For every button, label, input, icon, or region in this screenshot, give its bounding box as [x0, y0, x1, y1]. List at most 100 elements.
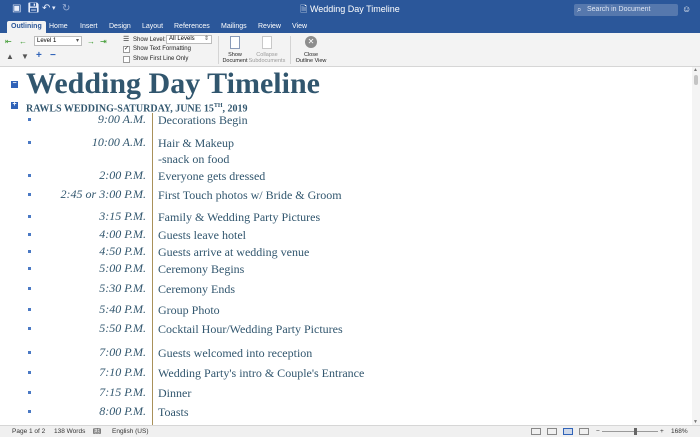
tab-outlining[interactable]: Outlining [7, 21, 46, 33]
tab-review[interactable]: Review [254, 21, 285, 33]
demote-to-body-icon[interactable]: ⇥ [100, 37, 107, 46]
show-document-button[interactable]: Show Document [220, 52, 250, 64]
vertical-scrollbar[interactable]: ▲ ▼ [692, 67, 700, 425]
demote-icon[interactable]: → [87, 37, 95, 46]
heading-expand-bullet-icon[interactable]: − [11, 80, 18, 88]
outline-bullet-icon[interactable] [28, 193, 31, 196]
page-count[interactable]: Page 1 of 2 [12, 426, 45, 437]
outline-bullet-icon[interactable] [28, 287, 31, 290]
schedule-time: 9:00 A.M. [97, 112, 146, 126]
schedule-time: 10:00 A.M. [91, 135, 146, 149]
tab-mailings[interactable]: Mailings [217, 21, 251, 33]
outline-bullet-icon[interactable] [28, 308, 31, 311]
outline-bullet-icon[interactable] [28, 233, 31, 236]
document-title: Wedding Day Timeline [309, 4, 400, 14]
status-bar: Page 1 of 2 138 Words 📖︎ English (US) − … [0, 425, 700, 437]
schedule-time: 5:50 P.M. [99, 321, 146, 335]
outline-bullet-icon[interactable] [28, 215, 31, 218]
promote-icon[interactable]: ← [19, 37, 27, 46]
outline-level-value: Level 1 [37, 38, 57, 44]
close-icon[interactable]: ✕ [305, 36, 317, 48]
collapse-subdocuments-button[interactable]: Collapse Subdocuments [248, 52, 286, 64]
tab-insert[interactable]: Insert [76, 21, 102, 33]
schedule-time: 2:45 or 3:00 P.M. [60, 187, 146, 201]
outline-bullet-icon[interactable] [28, 141, 31, 144]
schedule-time: 2:00 P.M. [99, 168, 146, 182]
show-level-icon: ☰ [123, 36, 130, 43]
schedule-time: 7:10 P.M. [99, 365, 146, 379]
draft-view-icon[interactable] [579, 428, 589, 435]
language-status[interactable]: English (US) [112, 426, 148, 437]
collapse-icon[interactable]: − [50, 51, 56, 61]
ribbon-divider [290, 36, 291, 64]
title-bar: ▣ 💾︎ ↶ ▾ ↻ 🗎︎ Wedding Day Timeline ⌕ Sea… [0, 0, 700, 19]
feedback-smiley-icon[interactable]: ☺ [682, 4, 691, 14]
tab-references[interactable]: References [170, 21, 214, 33]
outline-bullet-icon[interactable] [28, 267, 31, 270]
schedule-event: Hair & Makeup [158, 136, 234, 150]
scrollbar-thumb[interactable] [694, 75, 698, 85]
outline-bullet-icon[interactable] [28, 327, 31, 330]
schedule-time: 7:15 P.M. [99, 385, 146, 399]
show-document-icon[interactable] [230, 36, 240, 49]
web-layout-view-icon[interactable] [547, 428, 557, 435]
schedule-time: 5:00 P.M. [99, 261, 146, 275]
schedule-event: Everyone gets dressed [158, 169, 266, 183]
schedule-time: 4:50 P.M. [99, 244, 146, 258]
tab-view[interactable]: View [288, 21, 311, 33]
outline-bullet-icon[interactable] [28, 174, 31, 177]
subheading-expand-bullet-icon[interactable]: + [11, 101, 18, 109]
show-first-line-checkbox[interactable] [123, 56, 130, 63]
tab-design[interactable]: Design [105, 21, 135, 33]
schedule-event: Ceremony Begins [158, 262, 245, 276]
outline-bullet-icon[interactable] [28, 410, 31, 413]
outline-bullet-icon[interactable] [28, 250, 31, 253]
show-level-select[interactable]: All Levels ⇕ [166, 35, 212, 44]
schedule-time: 7:00 P.M. [99, 345, 146, 359]
schedule-event: Guests leave hotel [158, 228, 246, 242]
schedule-time: 4:00 P.M. [99, 227, 146, 241]
zoom-slider-knob[interactable] [634, 428, 637, 435]
schedule-event: Toasts [158, 405, 189, 419]
close-outline-view-button[interactable]: Close Outline View [293, 52, 329, 64]
collapse-subdocuments-icon[interactable] [262, 36, 272, 49]
schedule-event: First Touch photos w/ Bride & Groom [158, 188, 342, 202]
ribbon-tabs: Outlining Home Insert Design Layout Refe… [0, 19, 700, 33]
move-up-icon[interactable]: ▲ [6, 52, 14, 61]
show-document-label-2: Document [222, 58, 248, 64]
zoom-out-button[interactable]: − [596, 426, 600, 437]
schedule-event: Ceremony Ends [158, 282, 235, 296]
ribbon-divider [218, 36, 219, 64]
show-text-formatting-checkbox[interactable]: ✓ [123, 46, 130, 53]
zoom-in-button[interactable]: + [660, 426, 664, 437]
schedule-event: Decorations Begin [158, 113, 248, 127]
move-down-icon[interactable]: ▼ [21, 52, 29, 61]
show-level-value: All Levels [169, 36, 195, 42]
outline-bullet-icon[interactable] [28, 118, 31, 121]
outline-bullet-icon[interactable] [28, 391, 31, 394]
scroll-up-icon[interactable]: ▲ [693, 67, 698, 73]
outline-bullet-icon[interactable] [28, 351, 31, 354]
outline-bullet-icon[interactable] [28, 371, 31, 374]
promote-to-heading-icon[interactable]: ⇤ [5, 37, 12, 46]
schedule-time: 8:00 P.M. [99, 404, 146, 418]
word-count[interactable]: 138 Words [54, 426, 85, 437]
close-outline-label-2: Outline View [295, 58, 327, 64]
outlining-ribbon: ⇤ ← Level 1 ▾ → ⇥ ▲ ▼ + − ☰ Show Level: … [0, 33, 700, 67]
outline-view-icon[interactable] [563, 428, 573, 435]
word-doc-icon: 🗎︎ [300, 4, 308, 14]
tab-layout[interactable]: Layout [138, 21, 167, 33]
schedule-event: Dinner [158, 386, 192, 400]
tab-home[interactable]: Home [45, 21, 72, 33]
search-input[interactable]: ⌕ Search in Document [574, 4, 678, 16]
zoom-slider[interactable] [602, 431, 658, 432]
proofing-icon[interactable]: 📖︎ [93, 426, 101, 437]
chevron-down-icon: ▾ [75, 38, 79, 44]
expand-icon[interactable]: + [36, 51, 42, 61]
zoom-level[interactable]: 168% [671, 426, 688, 437]
print-layout-view-icon[interactable] [531, 428, 541, 435]
document-area[interactable]: − Wedding Day Timeline + RAWLS WEDDING-S… [0, 67, 692, 425]
document-heading: Wedding Day Timeline [26, 67, 320, 100]
outline-level-select[interactable]: Level 1 ▾ [34, 36, 82, 46]
schedule-time: 5:40 P.M. [99, 302, 146, 316]
